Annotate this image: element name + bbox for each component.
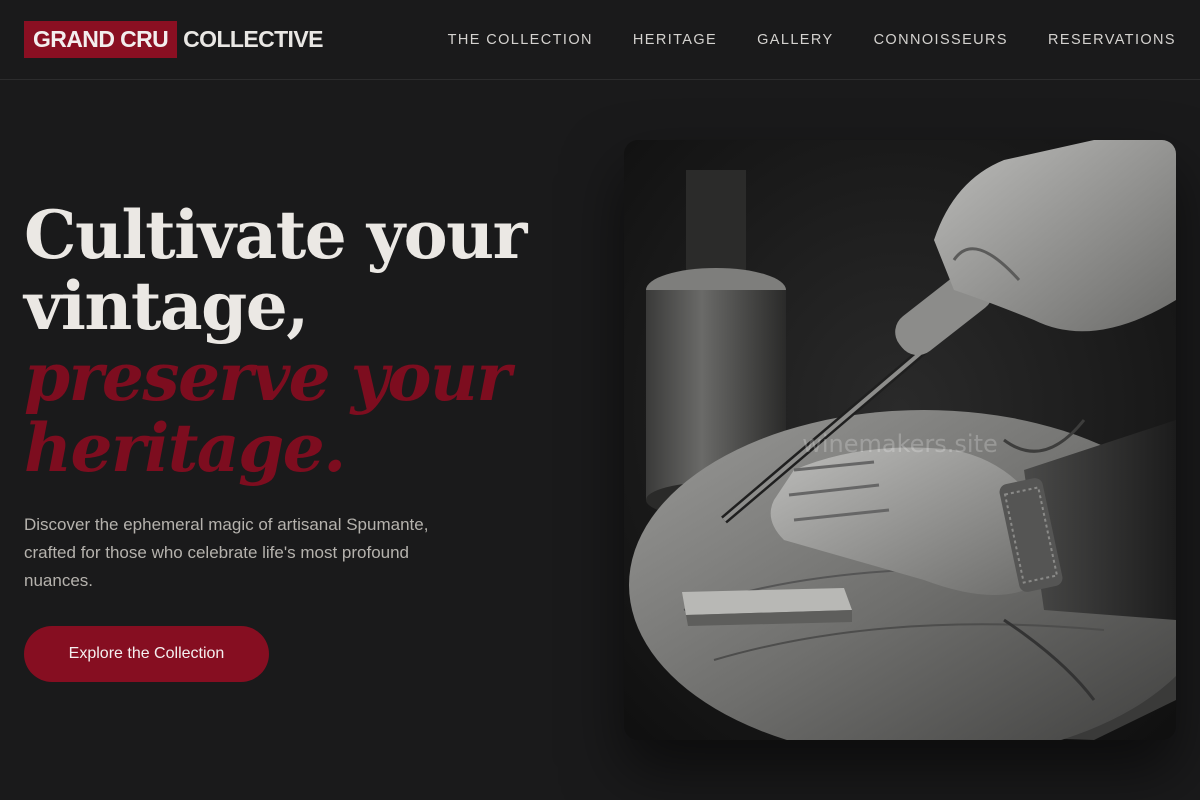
site-header: GRAND CRU COLLECTIVE THE COLLECTION HERI… (0, 0, 1200, 80)
brand-logo[interactable]: GRAND CRU COLLECTIVE (24, 21, 323, 58)
nav-item-connoisseurs[interactable]: CONNOISSEURS (874, 32, 1008, 48)
hero-title-line-1: Cultivate your (24, 196, 527, 274)
hero-title: Cultivate your vintage, preserve your he… (24, 200, 584, 484)
image-watermark: winemakers.site (802, 430, 998, 458)
nav-item-reservations[interactable]: RESERVATIONS (1048, 32, 1176, 48)
main-nav: THE COLLECTION HERITAGE GALLERY CONNOISS… (448, 0, 1176, 80)
hero-title-line-2: vintage, (24, 267, 309, 345)
brand-logo-text: COLLECTIVE (183, 26, 323, 52)
hero-subtitle: Discover the ephemeral magic of artisana… (24, 515, 429, 590)
explore-collection-button[interactable]: Explore the Collection (24, 626, 269, 682)
nav-item-the-collection[interactable]: THE COLLECTION (448, 32, 593, 48)
hero-image: winemakers.site (624, 140, 1176, 740)
nav-item-gallery[interactable]: GALLERY (757, 32, 833, 48)
brand-logo-mark: GRAND CRU (24, 21, 178, 58)
hero-title-accent-1: preserve your (24, 338, 511, 416)
hero-title-accent-2: heritage. (24, 409, 346, 487)
nav-item-heritage[interactable]: HERITAGE (633, 32, 717, 48)
